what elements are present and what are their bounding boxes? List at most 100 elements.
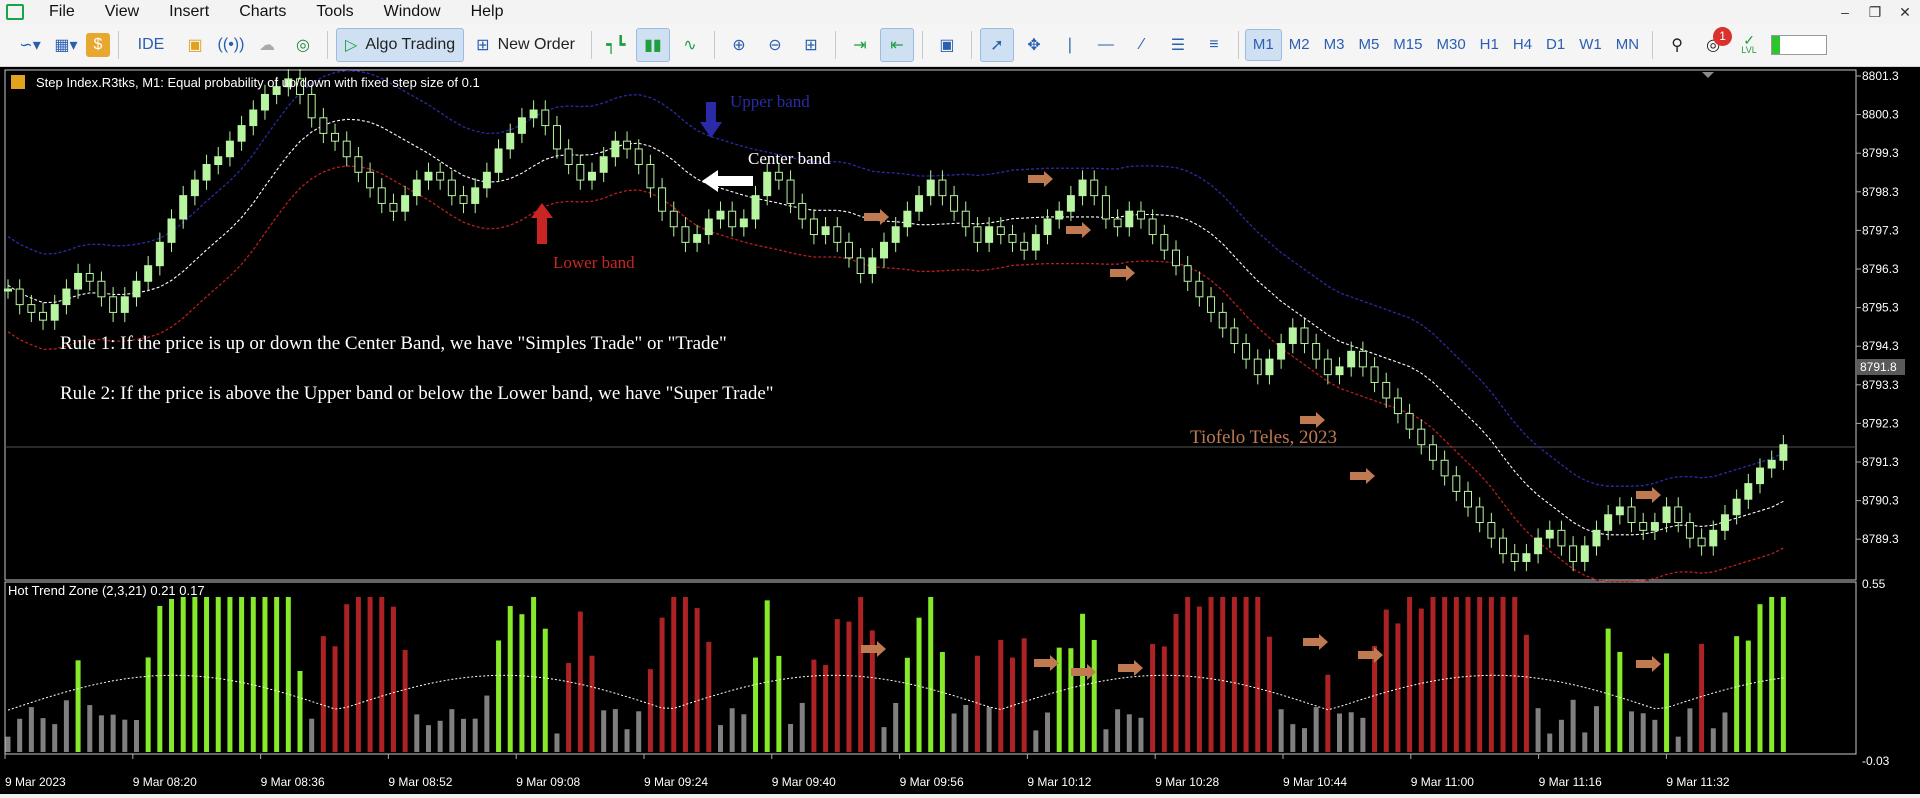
candle-bear bbox=[552, 125, 561, 150]
timeframe-m3[interactable]: M3 bbox=[1317, 30, 1352, 60]
candle-bear bbox=[564, 148, 573, 166]
menu-charts[interactable]: Charts bbox=[224, 0, 301, 24]
histogram-bar bbox=[63, 700, 69, 752]
objects-icon[interactable]: ≡ bbox=[1198, 29, 1230, 61]
histogram-bar bbox=[1126, 714, 1132, 752]
trendline-icon[interactable]: ∕ bbox=[1126, 29, 1158, 61]
histogram-bar bbox=[87, 705, 93, 752]
histogram-bar bbox=[1383, 609, 1389, 752]
signal-icon[interactable]: ((•)) bbox=[215, 29, 247, 61]
time-tick-label: 9 Mar 10:44 bbox=[1283, 775, 1347, 789]
candle-bear bbox=[669, 210, 678, 228]
histogram-bar bbox=[484, 695, 490, 752]
candle-bull bbox=[1125, 210, 1134, 228]
search-icon[interactable]: ⚲ bbox=[1661, 29, 1693, 61]
timeframe-mn[interactable]: MN bbox=[1609, 30, 1646, 60]
price-chart[interactable]: 8801.3 8800.3 8799.3 8798.3 8797.3 8796.3 8795… bbox=[0, 67, 1920, 794]
histogram-bar bbox=[612, 709, 618, 752]
grid-icon[interactable]: ⊞ bbox=[795, 29, 827, 61]
candle-bear bbox=[973, 226, 982, 243]
time-tick-label: 9 Mar 08:20 bbox=[133, 775, 197, 789]
timeframe-m2[interactable]: M2 bbox=[1282, 30, 1317, 60]
crosshair-icon[interactable]: ✥ bbox=[1018, 29, 1050, 61]
signal-arrow-head bbox=[1366, 468, 1375, 484]
chart-window[interactable]: 8801.3 8800.3 8799.3 8798.3 8797.3 8796.3 8795… bbox=[0, 67, 1920, 794]
timeframe-m5[interactable]: M5 bbox=[1351, 30, 1386, 60]
signal-arrow-icon bbox=[1300, 412, 1325, 428]
histogram-bar bbox=[1138, 717, 1144, 752]
chart-templates-icon[interactable]: ▦▾ bbox=[50, 29, 82, 61]
histogram-bar bbox=[531, 597, 537, 752]
channel-icon[interactable]: ☰ bbox=[1162, 29, 1194, 61]
candlestick-icon[interactable]: ▮▮ bbox=[635, 28, 670, 62]
menu-window[interactable]: Window bbox=[369, 0, 456, 24]
signal-arrow-icon bbox=[1350, 468, 1375, 484]
candle-bear bbox=[1008, 234, 1017, 243]
candle-bear bbox=[319, 117, 328, 134]
price-tick-label: 8800.3 bbox=[1862, 108, 1899, 122]
signal-arrow-head bbox=[1134, 660, 1143, 676]
timeframe-m1[interactable]: M1 bbox=[1244, 29, 1282, 61]
zoom-in-icon[interactable]: ⊕ bbox=[723, 29, 755, 61]
vertical-line-icon[interactable]: ∣ bbox=[1054, 29, 1086, 61]
histogram-bar bbox=[1150, 643, 1156, 752]
menu-insert[interactable]: Insert bbox=[154, 0, 224, 24]
chart-shift-icon[interactable]: ⇤ bbox=[879, 28, 914, 62]
new-order-button[interactable]: ⊞ New Order bbox=[468, 29, 583, 61]
cursor-icon[interactable]: ➚ bbox=[979, 28, 1014, 62]
time-tick-label: 9 Mar 11:32 bbox=[1666, 775, 1729, 789]
menu-file[interactable]: File bbox=[34, 0, 90, 24]
timeframe-w1[interactable]: W1 bbox=[1572, 30, 1609, 60]
candle-bull bbox=[506, 132, 515, 150]
candle-bull bbox=[1744, 483, 1753, 500]
timeframe-d1[interactable]: D1 bbox=[1539, 30, 1572, 60]
candle-bull bbox=[1031, 234, 1040, 251]
candle-bear bbox=[1253, 358, 1262, 376]
signal-arrow-shaft bbox=[864, 213, 880, 221]
candle-bull bbox=[716, 210, 725, 220]
notifications-icon[interactable]: ◎ 1 bbox=[1697, 27, 1733, 61]
histogram-bar bbox=[636, 711, 642, 752]
globe-icon[interactable]: ◎ bbox=[287, 29, 319, 61]
histogram-bar bbox=[472, 718, 478, 752]
candle-bear bbox=[1370, 366, 1379, 383]
lock-icon[interactable]: ▣ bbox=[179, 29, 211, 61]
candle-bear bbox=[39, 311, 48, 321]
zoom-out-icon[interactable]: ⊖ bbox=[759, 29, 791, 61]
price-tick-label: 8797.3 bbox=[1862, 223, 1899, 237]
timeframe-h4[interactable]: H4 bbox=[1506, 30, 1539, 60]
line-chart-icon[interactable]: ∿ bbox=[674, 29, 706, 61]
candle-bull bbox=[1767, 459, 1776, 469]
signals-glyph-icon: ✓ bbox=[1743, 32, 1755, 48]
histogram-bar bbox=[1558, 719, 1564, 752]
minimize-icon[interactable]: – bbox=[1830, 0, 1860, 24]
bar-chart-icon[interactable]: ┑┗ bbox=[600, 29, 632, 61]
close-icon[interactable]: ✕ bbox=[1890, 0, 1920, 24]
signal-arrow-head bbox=[1374, 647, 1383, 663]
restore-icon[interactable]: ❐ bbox=[1860, 0, 1890, 24]
autoscroll-icon[interactable]: ⇥ bbox=[844, 29, 876, 61]
chart-type-icon[interactable]: ∽▾ bbox=[14, 29, 46, 61]
cloud-icon[interactable]: ☁ bbox=[251, 29, 283, 61]
timeframe-h1[interactable]: H1 bbox=[1473, 30, 1506, 60]
histogram-bar bbox=[309, 718, 315, 752]
time-tick-label: 9 Mar 11:00 bbox=[1411, 775, 1474, 789]
menu-help[interactable]: Help bbox=[456, 0, 519, 24]
signal-arrow-icon bbox=[1358, 647, 1383, 663]
histogram-bar bbox=[1266, 636, 1272, 752]
candle-bull bbox=[401, 195, 410, 212]
histogram-bar bbox=[1769, 597, 1775, 752]
signals-icon[interactable]: ✓ LVL bbox=[1733, 29, 1765, 61]
timeframe-m15[interactable]: M15 bbox=[1386, 30, 1429, 60]
screenshot-icon[interactable]: ▣ bbox=[931, 29, 963, 61]
ide-button[interactable]: IDE bbox=[127, 29, 175, 61]
algo-trading-button[interactable]: ▷ Algo Trading bbox=[336, 28, 465, 62]
timeframe-m30[interactable]: M30 bbox=[1429, 30, 1472, 60]
candle-bull bbox=[1709, 529, 1718, 547]
menu-tools[interactable]: Tools bbox=[301, 0, 368, 24]
histogram-bar bbox=[332, 646, 338, 752]
market-icon[interactable]: $ bbox=[86, 33, 110, 57]
menu-view[interactable]: View bbox=[90, 0, 154, 24]
candle-bull bbox=[821, 226, 830, 236]
horizontal-line-icon[interactable]: — bbox=[1090, 29, 1122, 61]
